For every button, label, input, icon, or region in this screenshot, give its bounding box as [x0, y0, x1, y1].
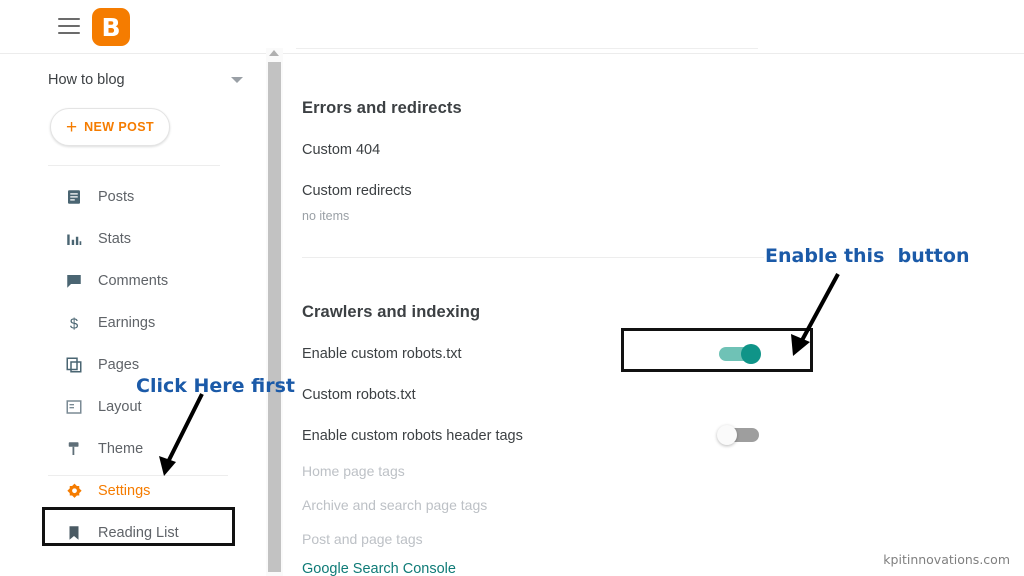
row-enable-custom-robots-txt[interactable]: Enable custom robots.txt	[302, 346, 462, 362]
blogger-logo-glyph: B	[101, 12, 121, 42]
sidebar-item-reading-list[interactable]: Reading List	[0, 512, 268, 554]
sidebar-item-stats[interactable]: Stats	[0, 218, 268, 260]
row-custom-404[interactable]: Custom 404	[302, 142, 380, 158]
content-top-divider	[296, 48, 758, 49]
comments-icon	[64, 271, 84, 291]
pages-icon	[64, 355, 84, 375]
content-scrollbar[interactable]	[266, 48, 283, 576]
row-post-and-page-tags: Post and page tags	[302, 531, 423, 547]
annotation-enable-button: Enable this button	[765, 245, 970, 267]
sidebar: How to blog + NEW POST Posts Stats Comme…	[0, 54, 268, 576]
row-custom-redirects[interactable]: Custom redirects	[302, 183, 412, 199]
sidebar-item-label: Comments	[98, 273, 169, 289]
sidebar-item-label: Theme	[98, 441, 144, 457]
sidebar-item-label: Stats	[98, 231, 132, 247]
stats-icon	[64, 229, 84, 249]
svg-text:$: $	[70, 315, 79, 332]
theme-icon	[64, 439, 84, 459]
blogger-logo-icon[interactable]: B	[92, 8, 130, 46]
row-custom-robots-txt[interactable]: Custom robots.txt	[302, 387, 416, 403]
sidebar-item-comments[interactable]: Comments	[0, 260, 268, 302]
layout-icon	[64, 397, 84, 417]
sidebar-divider-top	[48, 165, 220, 166]
row-archive-and-search-page-tags: Archive and search page tags	[302, 497, 488, 513]
sidebar-item-posts[interactable]: Posts	[0, 176, 268, 218]
section-title-crawlers: Crawlers and indexing	[302, 303, 481, 321]
scroll-up-arrow-icon[interactable]	[269, 50, 279, 56]
section-divider	[302, 257, 764, 258]
sidebar-item-label: Settings	[98, 483, 151, 499]
chevron-down-icon[interactable]	[231, 77, 243, 83]
sidebar-item-earnings[interactable]: $ Earnings	[0, 302, 268, 344]
blog-name-label: How to blog	[48, 72, 125, 88]
watermark: kpitinnovations.com	[883, 552, 1010, 567]
blog-selector[interactable]: How to blog	[48, 66, 248, 94]
hamburger-menu-icon[interactable]	[58, 18, 80, 35]
sidebar-item-label: Reading List	[98, 525, 179, 541]
settings-icon	[64, 481, 84, 501]
plus-icon: +	[66, 116, 78, 138]
toggle-knob	[717, 425, 737, 445]
sidebar-item-label: Layout	[98, 399, 142, 415]
sidebar-item-theme[interactable]: Theme	[0, 428, 268, 470]
link-google-search-console[interactable]: Google Search Console	[302, 561, 456, 576]
sidebar-divider-bottom	[48, 475, 228, 476]
posts-icon	[64, 187, 84, 207]
blogger-settings-screen: B How to blog + NEW POST Posts Stats Com…	[0, 0, 1024, 576]
earnings-icon: $	[64, 313, 84, 333]
toggle-enable-custom-robots-header-tags[interactable]	[717, 425, 761, 445]
settings-content: Errors and redirects Custom 404 Custom r…	[283, 54, 1024, 576]
annotation-click-here: Click Here first	[136, 375, 295, 397]
sidebar-item-label: Pages	[98, 357, 140, 373]
toggle-knob	[741, 344, 761, 364]
toggle-enable-custom-robots-txt[interactable]	[717, 344, 761, 364]
reading-list-icon	[64, 523, 84, 543]
sidebar-item-label: Posts	[98, 189, 135, 205]
sidebar-item-settings[interactable]: Settings	[0, 470, 268, 512]
row-custom-redirects-value: no items	[302, 209, 350, 223]
row-home-page-tags: Home page tags	[302, 463, 405, 479]
sidebar-item-label: Earnings	[98, 315, 156, 331]
sidebar-nav: Posts Stats Comments $ Earnings Pages La…	[0, 176, 268, 554]
top-bar: B	[0, 0, 1024, 54]
scrollbar-thumb[interactable]	[268, 62, 281, 572]
section-title-errors: Errors and redirects	[302, 99, 462, 117]
new-post-button[interactable]: + NEW POST	[50, 108, 170, 146]
new-post-label: NEW POST	[84, 120, 154, 134]
row-enable-custom-robots-header-tags[interactable]: Enable custom robots header tags	[302, 428, 523, 444]
